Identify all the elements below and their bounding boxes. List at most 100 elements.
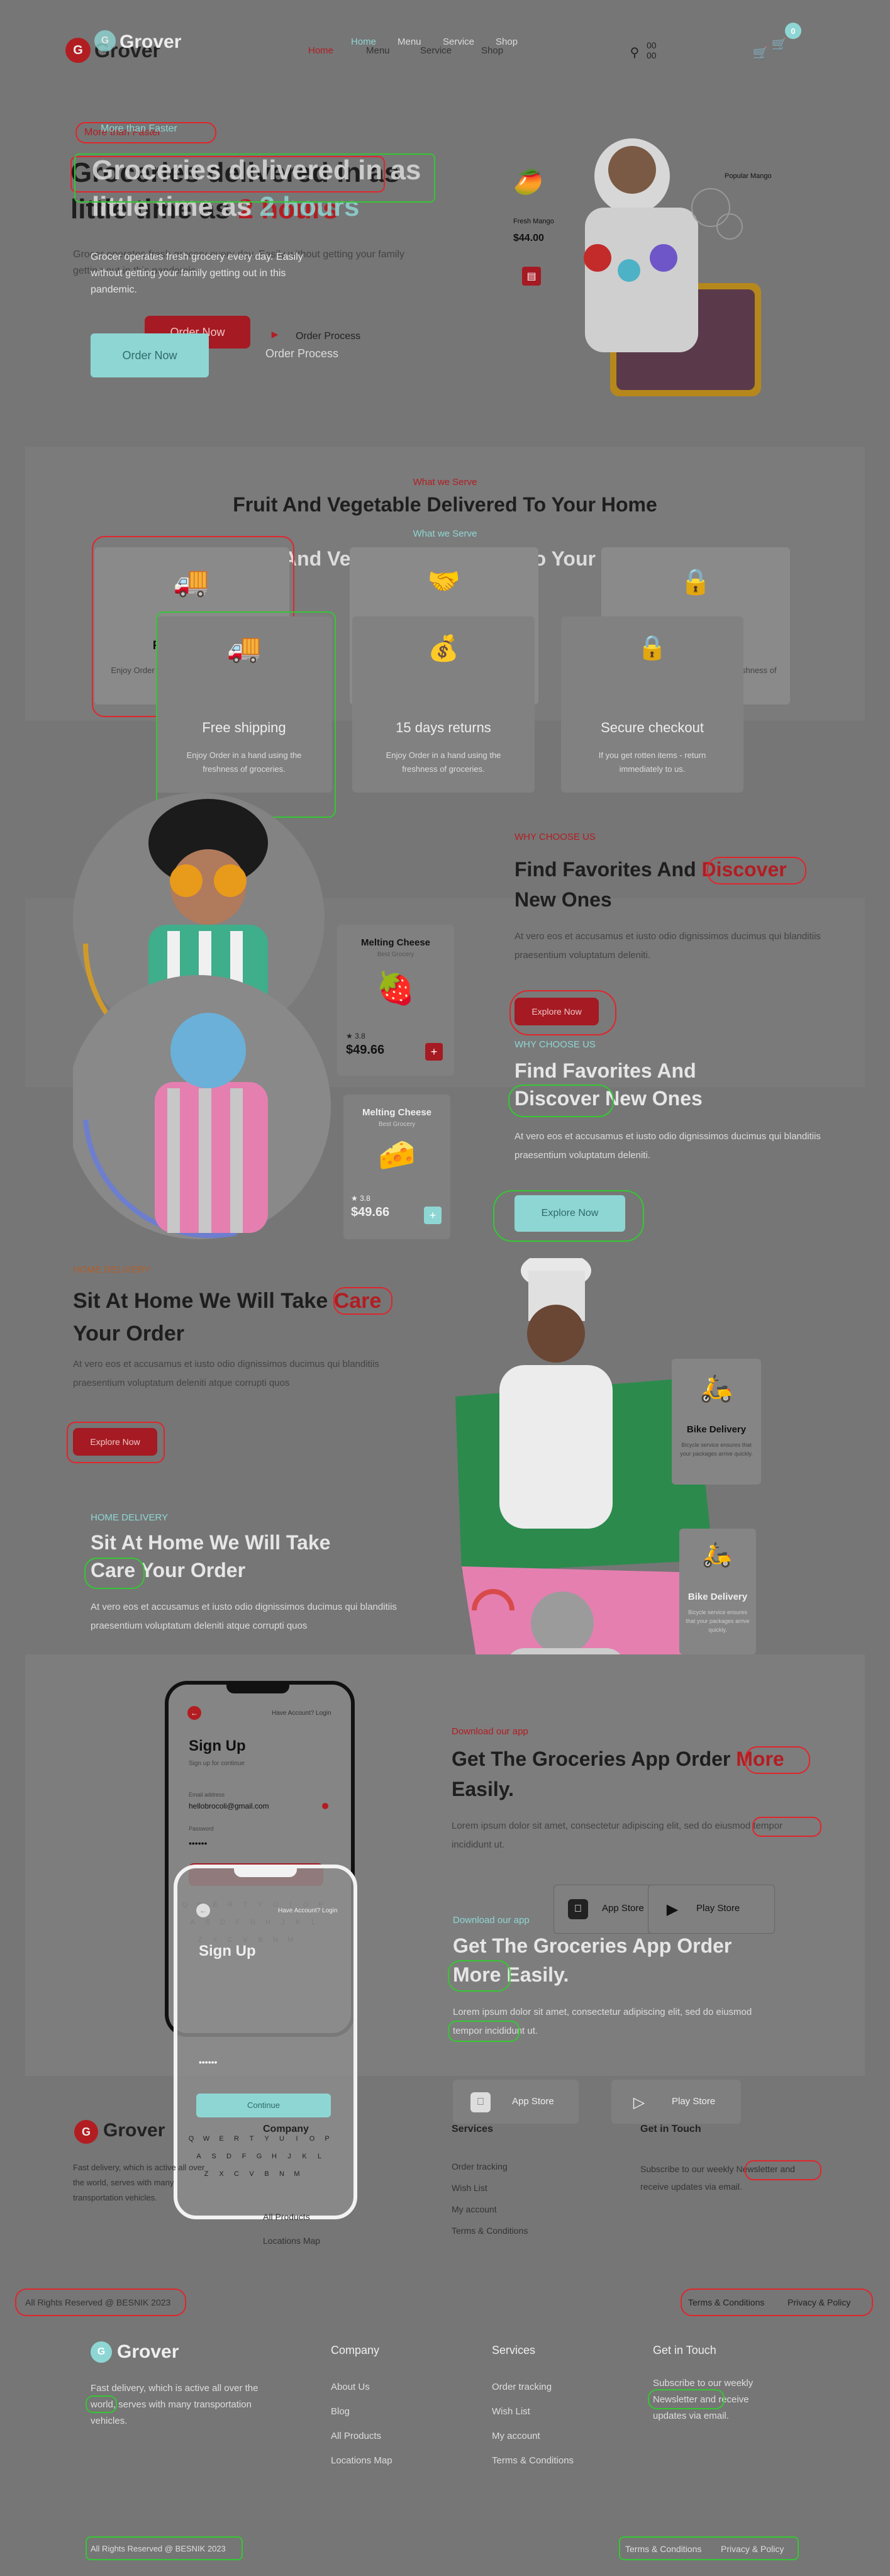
footer-link-about-overlay[interactable]: About Us — [331, 2382, 457, 2392]
footer-link-all-products-overlay[interactable]: All Products — [331, 2431, 457, 2441]
product-card-name-2: Melting Cheese — [362, 1107, 432, 1118]
app-store-label: App Store — [602, 1903, 644, 1914]
mango-icon: 🥭 — [513, 169, 543, 196]
footer-newsletter-green-outline — [648, 2389, 725, 2409]
rating-value-2: 3.8 — [360, 1194, 370, 1203]
footer-touch-title: Get in Touch — [640, 2124, 701, 2134]
brand-logo-icon-overlay: G — [94, 30, 116, 52]
footer-link-locations-overlay[interactable]: Locations Map — [331, 2455, 457, 2466]
footer-logo-icon[interactable]: G — [74, 2120, 98, 2144]
home-description: At vero eos et accusamus et iusto odio d… — [73, 1359, 379, 1388]
add-to-cart-button-1[interactable]: + — [425, 1043, 443, 1061]
product-card-price-2: $49.66 — [351, 1205, 390, 1219]
chef-hero-image — [584, 138, 761, 396]
why-title-a: Find Favorites And — [515, 858, 696, 881]
nav-service-overlay: Service — [443, 36, 475, 47]
why-eyebrow: WHY CHOOSE US — [515, 832, 596, 842]
footer-brand-name[interactable]: Grover — [103, 2120, 165, 2141]
home-title-a: Sit At Home We Will Take — [73, 1289, 328, 1313]
bike-delivery-card: 🛵 Bike Delivery Bicycle service ensures … — [672, 1359, 761, 1485]
strawberry-icon: 🍓 — [375, 970, 416, 1006]
footer-company-list-overlay: About Us Blog All Products Locations Map — [331, 2382, 457, 2466]
footer-touch-title-overlay: Get in Touch — [653, 2344, 716, 2356]
phone-email-check — [322, 1803, 328, 1809]
footer-over-green-outline — [86, 2395, 117, 2413]
footer-link-all-products[interactable]: All Products — [263, 2212, 364, 2222]
footer-link-terms[interactable]: Terms & Conditions — [452, 2226, 577, 2236]
footer-links-green-outline — [619, 2536, 799, 2560]
back-arrow-icon-overlay[interactable]: ← — [196, 1904, 210, 1917]
order-process-link-overlay[interactable]: Order Process — [265, 347, 338, 360]
product-card-rating-2: ★ 3.8 — [351, 1194, 370, 1203]
add-to-cart-button-2[interactable]: + — [424, 1207, 442, 1224]
footer-link-my-account-overlay[interactable]: My account — [492, 2431, 630, 2441]
footer-logo-icon-overlay[interactable]: G — [91, 2341, 112, 2363]
cart-icon[interactable]: 🛒 — [752, 45, 769, 60]
phone-have-account[interactable]: Have Account? Login — [272, 1710, 331, 1717]
why-description: At vero eos et accusamus et iusto odio d… — [515, 931, 821, 961]
app-more-green-outline — [448, 1960, 511, 1992]
product-card-rating-1: ★ 3.8 — [346, 1032, 365, 1040]
serve-card-overlay-2: 💰 15 days returns Enjoy Order in a hand … — [352, 616, 535, 793]
apple-icon:  — [568, 1899, 588, 1919]
phone-password-field-overlay[interactable]: •••••• — [199, 2057, 217, 2067]
home-eyebrow-overlay: HOME DELIVERY — [91, 1512, 169, 1523]
phone-password-field[interactable]: •••••• — [189, 1838, 207, 1848]
bike-delivery-desc-overlay: Bicycle service ensures that your packag… — [686, 1609, 750, 1633]
lock-icon-overlay: 🔒 — [637, 635, 667, 661]
cart-icon-overlay: 🛒 — [771, 37, 787, 52]
app-store-button-overlay[interactable]:  App Store — [453, 2080, 579, 2124]
cart-badge: 0 — [785, 23, 801, 39]
money-hand-icon: 🤝 — [427, 566, 461, 596]
product-card-sub-1: Best Grocery — [377, 951, 414, 958]
footer-brand-name-overlay[interactable]: Grover — [117, 2341, 179, 2363]
home-explore-outline — [67, 1422, 165, 1463]
footer-link-terms-overlay[interactable]: Terms & Conditions — [492, 2455, 630, 2466]
nav-menu-overlay: Menu — [398, 36, 421, 47]
back-arrow-icon[interactable]: ← — [187, 1706, 201, 1720]
home-title-overlay-a: Sit At Home We Will Take — [91, 1531, 331, 1554]
hero-badge-overlay: More than Faster — [101, 123, 177, 134]
hero-description-overlay: Grocer operates fresh grocery every day.… — [91, 252, 303, 295]
popular-label: Popular Mango — [725, 172, 772, 180]
footer-link-order-tracking[interactable]: Order tracking — [452, 2161, 577, 2172]
serve-card-overlay-3: 🔒 Secure checkout If you get rotten item… — [561, 616, 743, 793]
nav-home[interactable]: Home — [308, 45, 333, 56]
app-title-b: Easily. — [452, 1778, 515, 1800]
phone-have-account-overlay[interactable]: Have Account? Login — [278, 1907, 338, 1914]
footer-services-title: Services — [452, 2124, 493, 2134]
footer-company-title-overlay: Company — [331, 2344, 380, 2356]
home-eyebrow: HOME DELIVERY — [73, 1264, 151, 1275]
footer-link-blog-overlay[interactable]: Blog — [331, 2406, 457, 2417]
footer-link-order-tracking-overlay[interactable]: Order tracking — [492, 2382, 630, 2392]
search-count: 00 — [647, 40, 657, 50]
app-eiusmod-outline — [752, 1817, 821, 1837]
brand-logo-icon[interactable]: G — [65, 38, 91, 63]
product-add-button[interactable]: ▤ — [522, 267, 541, 286]
play-store-button[interactable]: ▶ Play Store — [648, 1885, 775, 1934]
search-icon[interactable]: ⚲ — [626, 44, 643, 60]
brand-name-overlay: Grover — [120, 31, 182, 52]
footer-link-my-account[interactable]: My account — [452, 2204, 577, 2214]
footer-services-title-overlay: Services — [492, 2344, 536, 2356]
why-eyebrow-overlay: WHY CHOOSE US — [515, 1039, 596, 1050]
footer-link-wish-list[interactable]: Wish List — [452, 2183, 577, 2193]
footer-services-list: Order tracking Wish List My account Term… — [452, 2161, 577, 2236]
play-icon[interactable]: ▶ — [269, 328, 281, 340]
footer-link-wish-list-overlay[interactable]: Wish List — [492, 2406, 630, 2417]
order-process-link[interactable]: Order Process — [296, 331, 360, 342]
play-store-button-overlay[interactable]: ▷ Play Store — [611, 2080, 741, 2124]
home-title-overlay-b: Your Order — [140, 1559, 246, 1581]
phone-continue-button-overlay[interactable]: Continue — [196, 2094, 331, 2117]
nav-shop-overlay: Shop — [496, 36, 518, 47]
bike-delivery-title: Bike Delivery — [686, 1424, 747, 1435]
order-now-button-overlay[interactable]: Order Now — [91, 333, 209, 377]
phone-email-field[interactable]: hellobrocoli@gmail.com — [189, 1802, 269, 1810]
scooter-icon: 🛵 — [699, 1373, 733, 1403]
footer-link-locations[interactable]: Locations Map — [263, 2236, 364, 2246]
why-title-b: New Ones — [515, 888, 612, 911]
bike-delivery-card-overlay: 🛵 Bike Delivery Bicycle service ensures … — [679, 1529, 756, 1654]
why-description-overlay: At vero eos et accusamus et iusto odio d… — [515, 1131, 821, 1161]
app-title-overlay-b: Easily. — [506, 1963, 569, 1986]
home-care-outline — [333, 1287, 392, 1315]
